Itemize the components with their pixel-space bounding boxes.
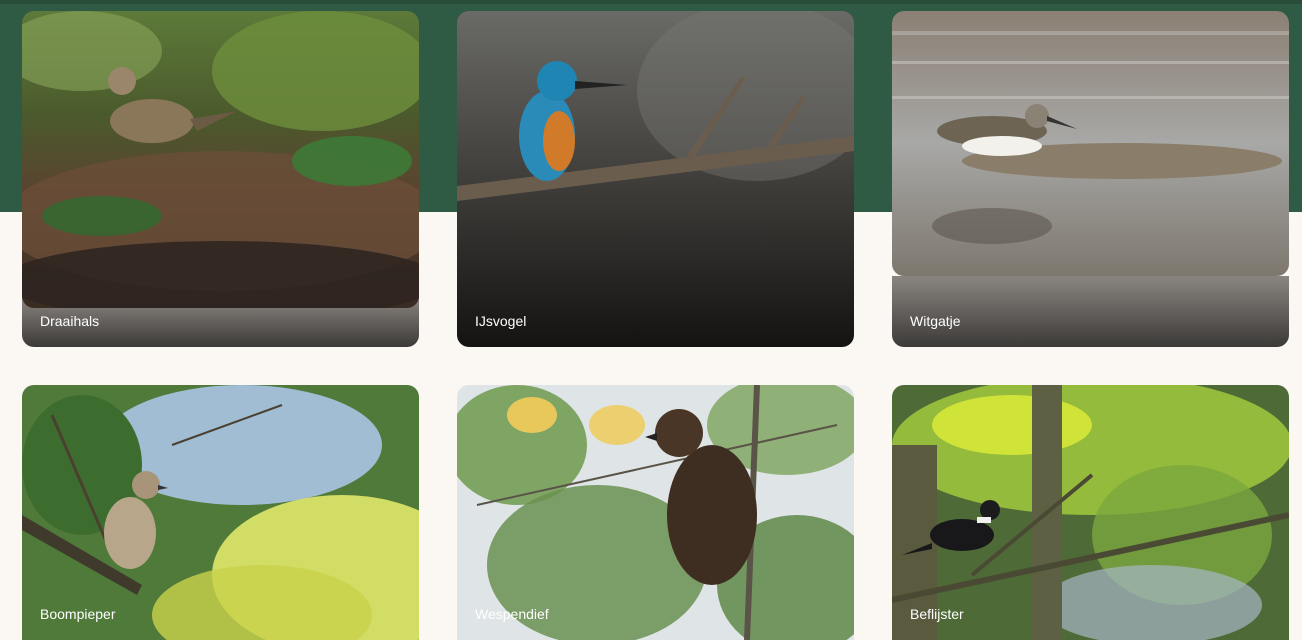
wryneck-photo (22, 11, 419, 308)
tree-pipit-photo (22, 385, 419, 640)
bird-name: Witgatje (910, 313, 961, 329)
bird-card-beflijster[interactable]: Beflijster (892, 385, 1289, 640)
bird-name: Beflijster (910, 606, 964, 622)
bird-card-draaihals[interactable]: Draaihals (22, 11, 419, 347)
bird-card-ijsvogel[interactable]: IJsvogel (457, 11, 854, 347)
bird-name: Draaihals (40, 313, 100, 329)
card-label-bar (892, 276, 1289, 347)
bird-name: Wespendief (475, 606, 549, 622)
green-sandpiper-photo (892, 11, 1289, 276)
bird-card-wespendief[interactable]: Wespendief (457, 385, 854, 640)
kingfisher-photo (457, 11, 854, 347)
bird-name: IJsvogel (475, 313, 527, 329)
bird-card-witgatje[interactable]: Witgatje (892, 11, 1289, 347)
ring-ouzel-photo (892, 385, 1289, 640)
bird-name: Boompieper (40, 606, 116, 622)
bird-card-boompieper[interactable]: Boompieper (22, 385, 419, 640)
honey-buzzard-photo (457, 385, 854, 640)
